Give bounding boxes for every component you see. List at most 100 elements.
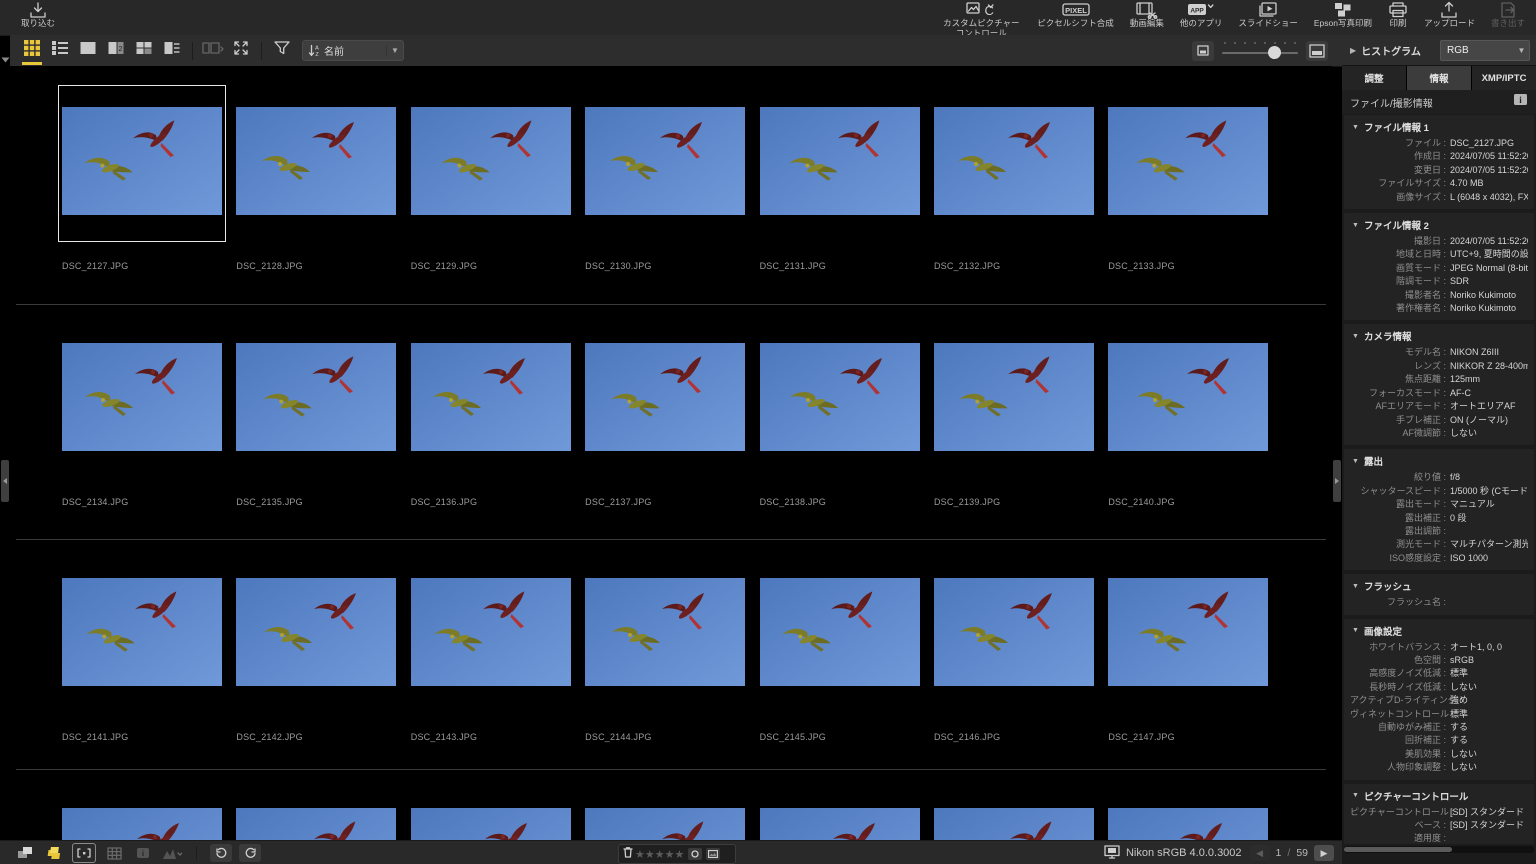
histogram-header[interactable]: ▶ ヒストグラム RGB ▼ — [1342, 35, 1536, 66]
star-rating[interactable]: ★★★★★ — [635, 845, 684, 863]
view-edit-list-button[interactable] — [159, 39, 185, 63]
protect-button[interactable] — [706, 848, 720, 860]
star-icon[interactable]: ★ — [665, 849, 675, 861]
filter-button[interactable] — [269, 39, 295, 63]
thumbnail-cell[interactable] — [62, 808, 222, 840]
thumbnail-cell[interactable]: DSC_2127.JPG — [62, 107, 222, 304]
thumbnail-cell[interactable]: DSC_2130.JPG — [585, 107, 745, 304]
upload-button[interactable]: アップロード — [1419, 0, 1480, 35]
thumbnail-cell[interactable] — [1108, 808, 1268, 840]
histogram-expand-icon[interactable]: ▶ — [1350, 46, 1356, 55]
thumbnail-image[interactable] — [1108, 808, 1268, 840]
thumbnail-cell[interactable]: DSC_2134.JPG — [62, 343, 222, 539]
info-section-header[interactable]: ▼露出 — [1350, 452, 1528, 471]
print-button[interactable]: 印刷 — [1383, 0, 1413, 35]
thumbnail-image[interactable] — [1108, 107, 1268, 215]
thumbnail-cell[interactable]: DSC_2136.JPG — [411, 343, 571, 539]
star-icon[interactable]: ★ — [675, 849, 685, 861]
info-section-header[interactable]: ▼画像設定 — [1350, 622, 1528, 641]
thumbnail-cell[interactable]: DSC_2145.JPG — [760, 578, 920, 769]
import-button[interactable]: 取り込む — [16, 0, 60, 35]
sort-dropdown[interactable]: AZ 名前 ▼ — [302, 40, 404, 61]
thumbnail-cell[interactable]: DSC_2132.JPG — [934, 107, 1094, 304]
section-collapse-icon[interactable]: ▼ — [1352, 458, 1359, 465]
video-edit-button[interactable]: 動画編集 — [1125, 0, 1169, 35]
thumbnail-cell[interactable]: DSC_2138.JPG — [760, 343, 920, 539]
section-collapse-icon[interactable]: ▼ — [1352, 222, 1359, 229]
thumbnail-cell[interactable]: DSC_2131.JPG — [760, 107, 920, 304]
thumbnail-image[interactable] — [760, 808, 920, 840]
thumbnail-cell[interactable]: DSC_2142.JPG — [236, 578, 396, 769]
pixel-shift-button[interactable]: PIXELピクセルシフト合成 — [1032, 0, 1119, 35]
thumbnail-cell[interactable]: DSC_2144.JPG — [585, 578, 745, 769]
thumbnail-image[interactable] — [411, 343, 571, 451]
other-apps-button[interactable]: APP他のアプリ — [1175, 0, 1228, 35]
star-icon[interactable]: ★ — [635, 849, 645, 861]
thumbnail-cell[interactable]: DSC_2143.JPG — [411, 578, 571, 769]
panel-collapse-arrow-top-left[interactable] — [2, 58, 10, 63]
section-collapse-icon[interactable]: ▼ — [1352, 792, 1359, 799]
thumbnail-image[interactable] — [62, 343, 222, 451]
thumbnail-image[interactable] — [760, 343, 920, 451]
thumbnail-image[interactable] — [236, 808, 396, 840]
thumbnail-image[interactable] — [411, 808, 571, 840]
thumbnail-smaller-button[interactable] — [1192, 41, 1214, 61]
thumbnail-image[interactable] — [62, 107, 222, 215]
thumbnail-image[interactable] — [934, 808, 1094, 840]
rotate-ccw-button[interactable] — [210, 844, 232, 862]
thumbnail-image[interactable] — [1108, 343, 1268, 451]
epson-print-button[interactable]: Epson写真印刷 — [1309, 0, 1377, 35]
thumbnail-cell[interactable]: DSC_2133.JPG — [1108, 107, 1268, 304]
section-collapse-icon[interactable]: ▼ — [1352, 583, 1359, 590]
tab-info[interactable]: 情報 — [1407, 66, 1471, 90]
tab-adjust[interactable]: 調整 — [1342, 66, 1406, 90]
view-combo-button[interactable] — [131, 39, 157, 63]
sidebar-horizontal-scrollbar[interactable] — [1344, 846, 1534, 853]
thumbnail-image[interactable] — [585, 107, 745, 215]
info-section-header[interactable]: ▼カメラ情報 — [1350, 327, 1528, 346]
thumbnail-image[interactable] — [585, 578, 745, 686]
left-panel-expand-handle[interactable] — [1, 460, 9, 502]
thumbnail-cell[interactable] — [934, 808, 1094, 840]
view-list-button[interactable] — [47, 39, 73, 63]
thumbnail-image[interactable] — [760, 578, 920, 686]
info-section-header[interactable]: ▼ファイル情報 1 — [1350, 118, 1528, 137]
custom-picture-control-button[interactable]: Cカスタムピクチャーコントロール — [936, 0, 1026, 35]
grouping-layers-button[interactable] — [43, 844, 65, 862]
histogram-overlay-button[interactable] — [161, 844, 183, 862]
thumbnail-image[interactable] — [62, 808, 222, 840]
shooting-info-button[interactable]: i — [132, 844, 154, 862]
info-section-header[interactable]: ▼フラッシュ — [1350, 577, 1528, 596]
view-split-button[interactable]: 2 — [103, 39, 129, 63]
thumbnail-image[interactable] — [934, 578, 1094, 686]
thumbnail-image[interactable] — [236, 107, 396, 215]
section-collapse-icon[interactable]: ▼ — [1352, 333, 1359, 340]
export-button[interactable]: 書き出す — [1486, 0, 1530, 35]
rotate-cw-button[interactable] — [239, 844, 261, 862]
previous-image-button[interactable]: ◀ — [1250, 845, 1270, 861]
thumbnail-image[interactable] — [236, 343, 396, 451]
thumbnail-cell[interactable]: DSC_2141.JPG — [62, 578, 222, 769]
view-single-button[interactable] — [75, 39, 101, 63]
thumbnail-size-slider[interactable] — [1222, 41, 1298, 61]
thumbnail-cell[interactable]: DSC_2146.JPG — [934, 578, 1094, 769]
thumbnail-larger-button[interactable] — [1306, 41, 1328, 61]
star-icon[interactable]: ★ — [645, 849, 655, 861]
thumbnail-cell[interactable] — [236, 808, 396, 840]
section-collapse-icon[interactable]: ▼ — [1352, 627, 1359, 634]
scrollbar-thumb[interactable] — [1344, 847, 1452, 852]
thumbnail-cell[interactable]: DSC_2129.JPG — [411, 107, 571, 304]
view-grid-button[interactable] — [19, 39, 45, 63]
thumbnail-cell[interactable] — [411, 808, 571, 840]
tab-xmp-iptc[interactable]: XMP/IPTC — [1472, 66, 1536, 90]
info-section-header[interactable]: ▼ピクチャーコントロール — [1350, 787, 1528, 806]
thumbnail-image[interactable] — [585, 343, 745, 451]
thumbnail-image[interactable] — [411, 578, 571, 686]
fit-view-button[interactable] — [228, 39, 254, 63]
histogram-channel-dropdown[interactable]: RGB ▼ — [1440, 40, 1530, 61]
compare-mode-button[interactable] — [200, 39, 226, 63]
thumbnail-image[interactable] — [934, 107, 1094, 215]
thumbnail-image[interactable] — [1108, 578, 1268, 686]
section-collapse-icon[interactable]: ▼ — [1352, 124, 1359, 131]
info-section-header[interactable]: ▼ファイル情報 2 — [1350, 216, 1528, 235]
